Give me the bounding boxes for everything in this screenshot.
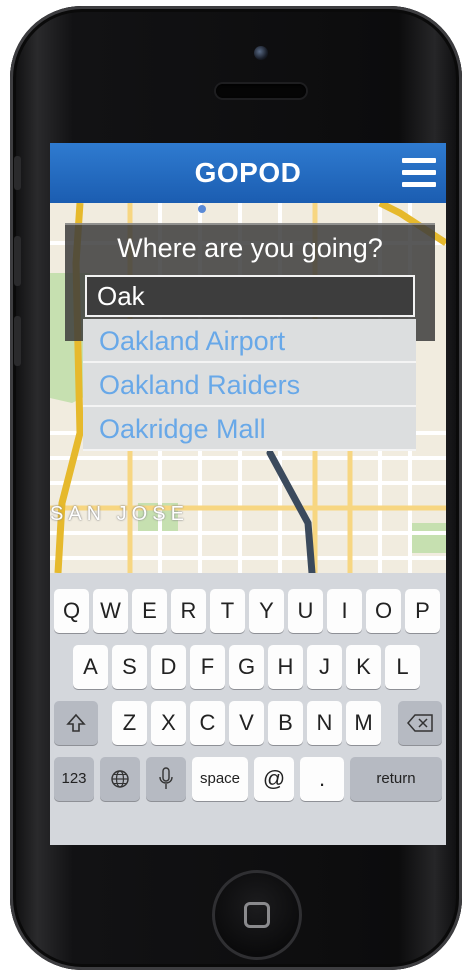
suggestion-item[interactable]: Oakridge Mall	[83, 407, 416, 451]
globe-icon	[111, 770, 129, 788]
key-s[interactable]: S	[112, 645, 147, 689]
key-e[interactable]: E	[132, 589, 167, 633]
backspace-icon	[407, 714, 433, 732]
key-m[interactable]: M	[346, 701, 381, 745]
dictation-key[interactable]	[146, 757, 186, 801]
shift-icon	[66, 713, 86, 732]
key-n[interactable]: N	[307, 701, 342, 745]
keyboard-row-4: 123 space @ . return	[50, 757, 446, 805]
suggestion-item[interactable]: Oakland Raiders	[83, 363, 416, 407]
key-q[interactable]: Q	[54, 589, 89, 633]
suggestion-item[interactable]: Oakland Airport	[83, 319, 416, 363]
key-k[interactable]: K	[346, 645, 381, 689]
backspace-key[interactable]	[398, 701, 442, 745]
key-z[interactable]: Z	[112, 701, 147, 745]
key-v[interactable]: V	[229, 701, 264, 745]
numbers-key[interactable]: 123	[54, 757, 94, 801]
volume-up-button	[14, 236, 21, 286]
menu-icon[interactable]	[402, 158, 436, 188]
earpiece-speaker	[216, 84, 306, 98]
key-x[interactable]: X	[151, 701, 186, 745]
destination-prompt: Where are you going?	[117, 233, 383, 263]
home-button-icon	[244, 902, 270, 928]
key-r[interactable]: R	[171, 589, 206, 633]
key-b[interactable]: B	[268, 701, 303, 745]
shift-key[interactable]	[54, 701, 98, 745]
key-j[interactable]: J	[307, 645, 342, 689]
key-g[interactable]: G	[229, 645, 264, 689]
front-camera	[254, 46, 268, 60]
keyboard-row-2: A S D F G H J K L	[50, 645, 446, 693]
key-c[interactable]: C	[190, 701, 225, 745]
mute-switch	[14, 156, 21, 190]
return-key[interactable]: return	[350, 757, 442, 801]
key-d[interactable]: D	[151, 645, 186, 689]
home-button[interactable]	[212, 870, 302, 960]
space-key[interactable]: space	[192, 757, 248, 801]
microphone-icon	[159, 767, 173, 789]
key-h[interactable]: H	[268, 645, 303, 689]
keyboard-row-1: Q W E R T Y U I O P	[50, 589, 446, 637]
phone-screen: GOPOD SAN JOSE Where are you going? Oak …	[50, 143, 446, 845]
key-u[interactable]: U	[288, 589, 323, 633]
at-key[interactable]: @	[254, 757, 294, 801]
period-key[interactable]: .	[300, 757, 344, 801]
map-city-label: SAN JOSE	[50, 503, 189, 525]
suggestion-list: Oakland Airport Oakland Raiders Oakridge…	[83, 319, 416, 451]
volume-down-button	[14, 316, 21, 366]
keyboard-row-3: Z X C V B N M	[50, 701, 446, 749]
destination-search-input[interactable]	[85, 275, 415, 317]
key-i[interactable]: I	[327, 589, 362, 633]
key-y[interactable]: Y	[249, 589, 284, 633]
app-header: GOPOD	[50, 143, 446, 203]
on-screen-keyboard: Q W E R T Y U I O P A S D F G H J K L Z …	[50, 573, 446, 845]
key-p[interactable]: P	[405, 589, 440, 633]
key-w[interactable]: W	[93, 589, 128, 633]
key-l[interactable]: L	[385, 645, 420, 689]
key-o[interactable]: O	[366, 589, 401, 633]
globe-key[interactable]	[100, 757, 140, 801]
key-a[interactable]: A	[73, 645, 108, 689]
key-t[interactable]: T	[210, 589, 245, 633]
app-title: GOPOD	[194, 157, 302, 188]
key-f[interactable]: F	[190, 645, 225, 689]
